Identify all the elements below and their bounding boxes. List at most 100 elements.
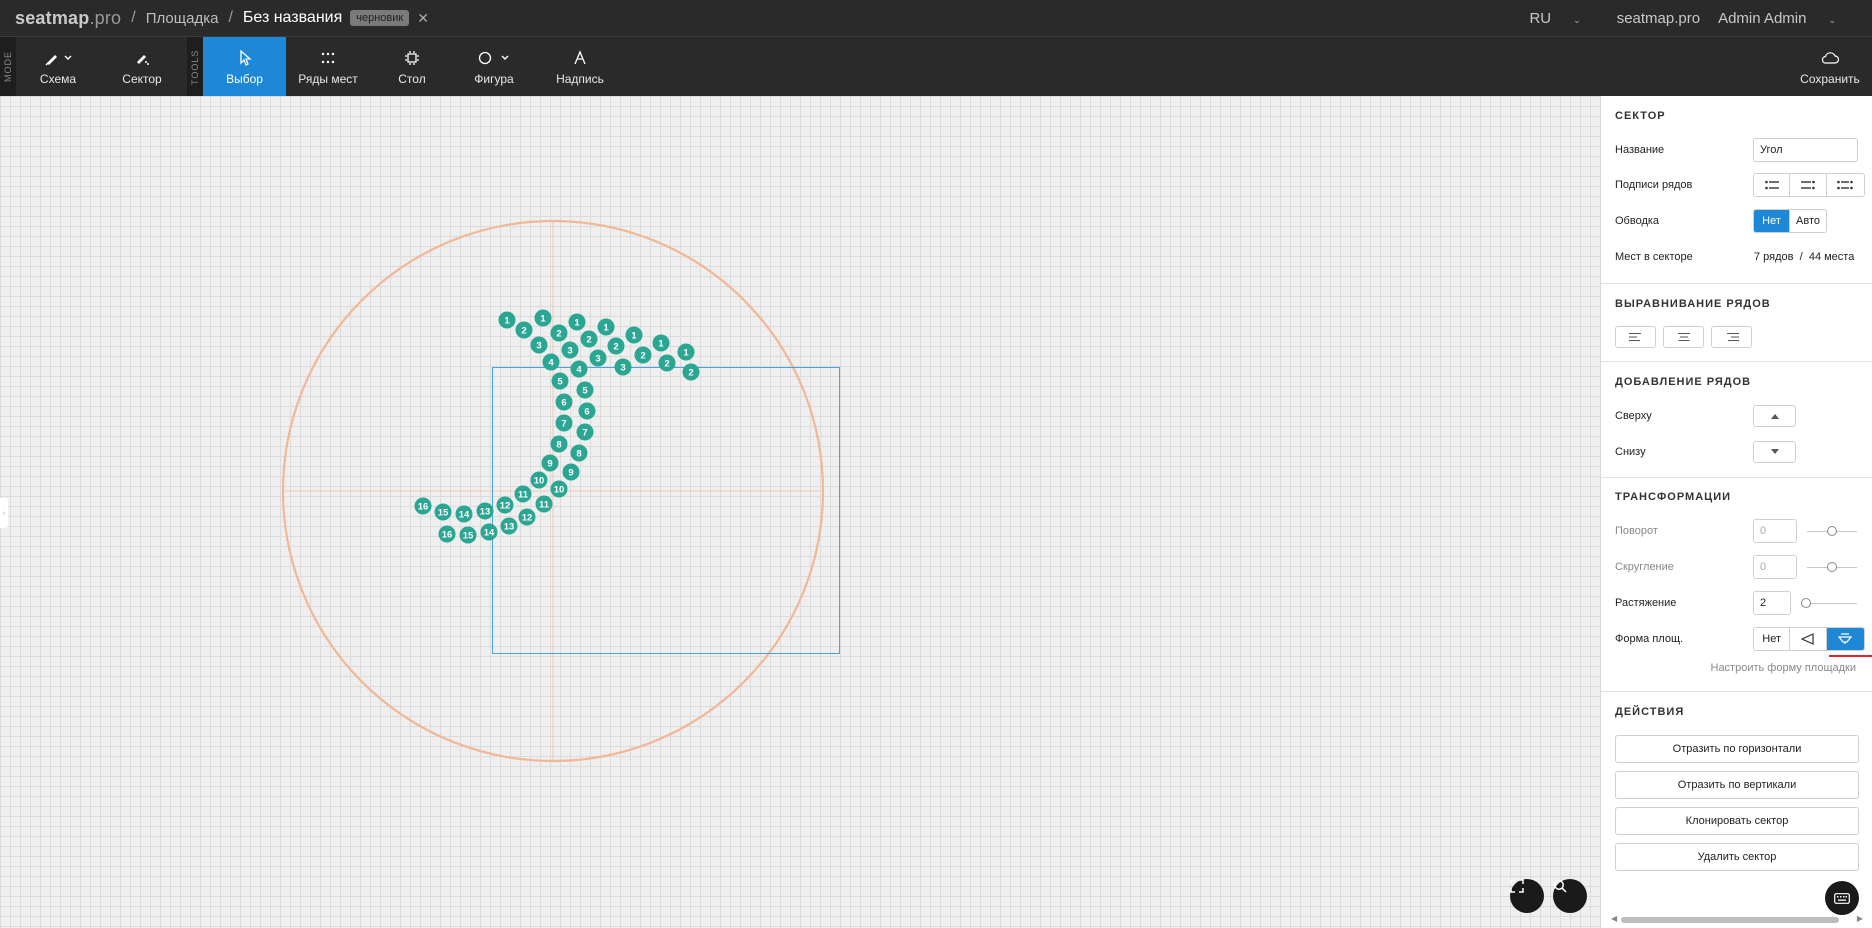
align-left-icon xyxy=(1628,333,1641,341)
scroll-right-icon[interactable]: ▶ xyxy=(1857,914,1863,923)
venue-shape-none-option[interactable]: Нет xyxy=(1754,628,1791,650)
clone-sector-button[interactable]: Клонировать сектор xyxy=(1615,807,1859,835)
highlight-underline xyxy=(1829,655,1872,657)
align-center-button[interactable] xyxy=(1663,326,1704,348)
seat-label: 5 xyxy=(557,377,563,388)
rounding-input[interactable]: 0 xyxy=(1753,555,1797,579)
seats-count: 44 места xyxy=(1808,251,1855,263)
seat-label: 11 xyxy=(539,500,550,511)
seat-label: 3 xyxy=(595,354,600,365)
stretch-slider-knob[interactable] xyxy=(1801,598,1811,608)
breadcrumb-venue[interactable]: Площадка xyxy=(146,10,219,27)
brand-logo[interactable]: seatmap.pro xyxy=(15,8,121,29)
domain-link[interactable]: seatmap.pro xyxy=(1617,10,1700,27)
save-button[interactable]: Сохранить xyxy=(1794,37,1866,97)
language-select[interactable]: RU ⌄ xyxy=(1529,10,1598,27)
row-labels-right-icon[interactable] xyxy=(1790,174,1827,196)
tool-schema[interactable]: Схема xyxy=(26,37,90,97)
rounding-slider-knob[interactable] xyxy=(1827,562,1837,572)
user-menu[interactable]: Admin Admin ⌄ xyxy=(1718,10,1854,27)
tool-text[interactable]: Надпись xyxy=(550,37,610,97)
rotation-input[interactable]: 0 xyxy=(1753,519,1797,543)
add-bottom-label: Снизу xyxy=(1615,446,1646,458)
venue-shape-fan-option[interactable] xyxy=(1790,628,1827,650)
align-right-button[interactable] xyxy=(1711,326,1752,348)
triangle-up-icon xyxy=(1770,414,1779,419)
row-labels-toggle[interactable] xyxy=(1753,173,1865,197)
seat-label: 2 xyxy=(664,359,669,370)
tool-select[interactable]: Выбор xyxy=(203,37,286,97)
sector-name-input[interactable]: Угол xyxy=(1753,138,1858,162)
outline-none-option[interactable]: Нет xyxy=(1754,210,1791,232)
outline-auto-option[interactable]: Авто xyxy=(1790,210,1826,232)
tool-sector[interactable]: Сектор xyxy=(110,37,174,97)
seat-label: 1 xyxy=(683,348,689,359)
add-row-bottom-button[interactable] xyxy=(1753,441,1796,463)
breadcrumb-current: Без названия xyxy=(242,9,343,26)
rounding-label: Скругление xyxy=(1615,561,1674,573)
rotation-slider-knob[interactable] xyxy=(1827,526,1837,536)
fullscreen-icon xyxy=(1510,879,1524,893)
scrollbar-thumb[interactable] xyxy=(1621,917,1839,923)
arena-shape-icon xyxy=(1838,633,1853,644)
fan-shape-icon xyxy=(1801,633,1814,645)
seats-in-sector-label: Мест в секторе xyxy=(1615,251,1693,263)
seat-label: 13 xyxy=(504,522,515,533)
tool-shape[interactable]: Фигура xyxy=(462,37,526,97)
fullscreen-button[interactable] xyxy=(1510,879,1544,913)
pen-icon xyxy=(43,48,73,68)
stretch-input[interactable]: 2 xyxy=(1753,591,1791,615)
seat-label: 2 xyxy=(640,351,645,362)
venue-shape-toggle[interactable]: Нет xyxy=(1753,627,1865,651)
seat-label: 2 xyxy=(556,329,561,340)
seat-label: 2 xyxy=(613,342,618,353)
row-labels-left-icon[interactable] xyxy=(1754,174,1791,196)
seat-label: 16 xyxy=(418,502,429,513)
draft-badge: черновик xyxy=(350,10,410,26)
add-row-top-button[interactable] xyxy=(1753,405,1796,427)
panel-horizontal-scrollbar[interactable]: ◀ ▶ xyxy=(1611,914,1863,924)
tool-seat-rows[interactable]: Ряды мест xyxy=(292,37,364,97)
delete-sector-button[interactable]: Удалить сектор xyxy=(1615,843,1859,871)
align-left-button[interactable] xyxy=(1615,326,1656,348)
seat-label: 1 xyxy=(574,318,580,329)
outline-toggle[interactable]: Нет Авто xyxy=(1753,209,1827,233)
grid-dots-icon xyxy=(320,48,336,68)
seat-label: 5 xyxy=(582,386,588,397)
left-panel-toggle[interactable]: › xyxy=(0,498,8,528)
zoom-button[interactable] xyxy=(1553,879,1587,913)
text-icon xyxy=(573,48,587,68)
rotation-label: Поворот xyxy=(1615,525,1658,537)
flip-horizontal-button[interactable]: Отразить по горизонтали xyxy=(1615,735,1859,763)
configure-venue-shape-link[interactable]: Настроить форму площадки xyxy=(1711,662,1857,674)
seat-label: 2 xyxy=(521,326,526,337)
seat-label: 8 xyxy=(556,440,561,451)
seat-map-canvas[interactable]: 1 2 3 4 5 6 7 8 9 10 11 12 13 14 15 16 1 2 3 4 5 6 7 8 9 10 11 12 13… xyxy=(0,96,1600,928)
seat-label: 2 xyxy=(586,335,591,346)
align-center-icon xyxy=(1677,333,1690,341)
seat-label: 10 xyxy=(554,485,565,496)
keyboard-icon xyxy=(1834,892,1850,904)
tool-table[interactable]: Стол xyxy=(386,37,438,97)
scroll-left-icon[interactable]: ◀ xyxy=(1611,914,1617,923)
flip-vertical-button[interactable]: Отразить по вертикали xyxy=(1615,771,1859,799)
venue-shape-arena-option[interactable] xyxy=(1826,628,1864,650)
seat-label: 1 xyxy=(540,314,546,325)
properties-panel: СЕКТОР Название Угол Подписи рядов Обвод… xyxy=(1600,96,1872,928)
seat-label: 3 xyxy=(567,346,572,357)
keyboard-shortcuts-button[interactable] xyxy=(1825,881,1859,915)
outline-label: Обводка xyxy=(1615,215,1660,227)
section-title-actions: ДЕЙСТВИЯ xyxy=(1615,706,1685,718)
close-icon[interactable]: ✕ xyxy=(417,10,429,27)
seat-label: 13 xyxy=(480,507,491,518)
row-labels-label: Подписи рядов xyxy=(1615,179,1693,191)
name-label: Название xyxy=(1615,144,1665,156)
top-bar: seatmap.pro / Площадка / Без названия че… xyxy=(0,0,1872,36)
section-title-sector: СЕКТОР xyxy=(1615,110,1666,122)
row-labels-both-icon[interactable] xyxy=(1827,174,1864,196)
seat-label: 10 xyxy=(534,476,545,487)
seat-label: 4 xyxy=(548,358,554,369)
triangle-down-icon xyxy=(1770,449,1779,454)
cursor-icon xyxy=(238,48,252,68)
seat-label: 3 xyxy=(536,341,541,352)
